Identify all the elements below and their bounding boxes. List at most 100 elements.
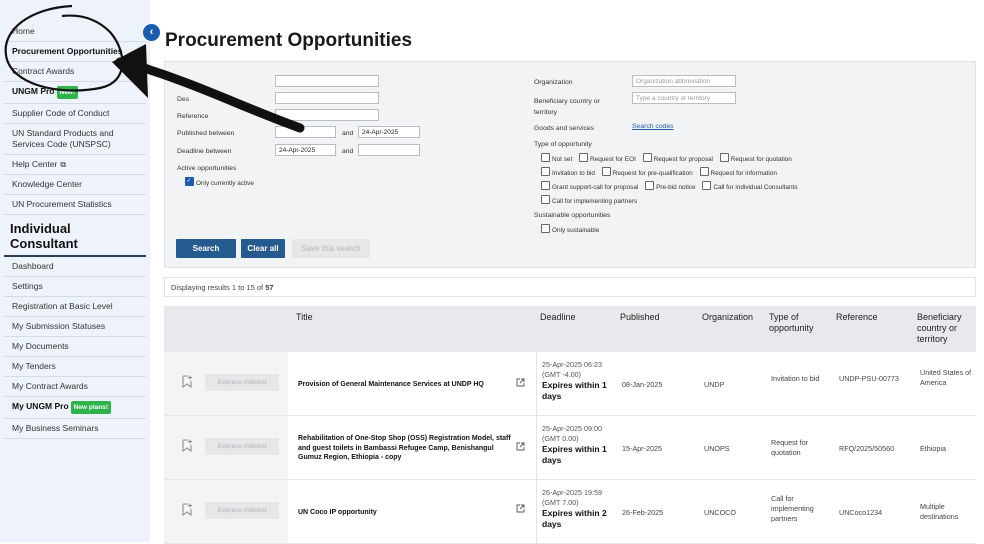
sidebar-item-label: My Contract Awards bbox=[12, 381, 88, 391]
sidebar-item-label: My Submission Statuses bbox=[12, 321, 106, 331]
sidebar-item-label: My Business Seminars bbox=[12, 423, 99, 433]
column-header-reference[interactable]: Reference bbox=[836, 312, 878, 323]
checkbox-icon bbox=[702, 181, 712, 190]
results-prefix: Displaying results 1 to 15 of bbox=[171, 283, 266, 292]
chevron-left-icon[interactable]: ‹ bbox=[143, 24, 160, 41]
organization-field[interactable]: Organization abbreviation bbox=[632, 75, 736, 87]
external-link-icon[interactable] bbox=[516, 378, 525, 387]
type-checkbox[interactable]: Pre-bid notice bbox=[645, 181, 696, 191]
type-checkbox[interactable]: Grant support-call for proposal bbox=[541, 181, 638, 191]
type-checkbox[interactable]: Request for information bbox=[699, 167, 777, 177]
sidebar-item-ungm-pro[interactable]: UNGM Pro New! bbox=[4, 82, 146, 104]
sidebar-item-contract-awards-mine[interactable]: My Contract Awards bbox=[4, 377, 146, 397]
type-checkbox[interactable]: Request for EOI bbox=[579, 153, 636, 163]
reference-cell: UNCoco1234 bbox=[839, 508, 883, 517]
express-interest-button[interactable]: Express Interest bbox=[205, 438, 279, 455]
sidebar-item-business-seminars[interactable]: My Business Seminars bbox=[4, 419, 146, 439]
published-from-field[interactable] bbox=[275, 126, 336, 138]
clear-all-button[interactable]: Clear all bbox=[241, 239, 285, 258]
type-checkbox[interactable]: Request for quotation bbox=[719, 153, 792, 163]
published-between-label: Published between bbox=[177, 130, 235, 137]
deadline-date: 25-Apr-2025 06:23 (GMT -4.00) bbox=[542, 360, 602, 379]
search-button[interactable]: Search bbox=[176, 239, 236, 258]
results-count: Displaying results 1 to 15 of 57 bbox=[164, 277, 976, 297]
type-checkbox[interactable]: Call for implementing partners bbox=[541, 195, 637, 205]
sidebar-item-procurement-statistics[interactable]: UN Procurement Statistics bbox=[4, 195, 146, 215]
row-actions: Express Interest bbox=[164, 480, 288, 543]
bookmark-add-icon[interactable] bbox=[182, 439, 193, 452]
table-row[interactable]: Express Interest Rehabilitation of One-S… bbox=[164, 416, 976, 480]
sidebar-item-procurement-opportunities[interactable]: Procurement Opportunities bbox=[4, 42, 146, 62]
type-cell: Invitation to bid bbox=[771, 374, 820, 383]
express-interest-button[interactable]: Express Interest bbox=[205, 374, 279, 391]
checkbox-label: Call for individual Consultants bbox=[713, 184, 798, 191]
sidebar-item-label: My UNGM Pro bbox=[12, 401, 69, 411]
type-checkbox-row: Invitation to bid Request for pre-qualif… bbox=[541, 167, 782, 177]
column-header-organization[interactable]: Organization bbox=[702, 312, 753, 323]
sidebar-item-settings[interactable]: Settings bbox=[4, 277, 146, 297]
table-row[interactable]: Express Interest UN Coco IP opportunity … bbox=[164, 480, 976, 544]
column-header-beneficiary[interactable]: Beneficiary country or territory bbox=[917, 312, 975, 345]
beneficiary-field[interactable]: Type a country or territory bbox=[632, 92, 736, 104]
type-checkbox-row: Call for implementing partners bbox=[541, 195, 642, 205]
opportunity-title[interactable]: Provision of General Maintenance Service… bbox=[298, 380, 516, 390]
sidebar-item-help-center[interactable]: Help Center ⧉ bbox=[4, 155, 146, 175]
checkbox-icon bbox=[541, 181, 550, 190]
sidebar-item-my-ungm-pro[interactable]: My UNGM Pro New plans! bbox=[4, 397, 146, 419]
type-checkbox[interactable]: Not set bbox=[541, 153, 572, 163]
only-currently-active-checkbox[interactable]: Only currently active bbox=[185, 177, 254, 187]
sidebar-item-contract-awards[interactable]: Contract Awards bbox=[4, 62, 146, 82]
organization-cell: UNCOCO bbox=[704, 508, 736, 517]
deadline-to-field[interactable] bbox=[358, 144, 420, 156]
opportunity-title[interactable]: Rehabilitation of One-Stop Shop (OSS) Re… bbox=[298, 434, 518, 463]
express-interest-button[interactable]: Express Interest bbox=[205, 502, 279, 519]
sidebar-item-supplier-code[interactable]: Supplier Code of Conduct bbox=[4, 104, 146, 124]
type-checkbox[interactable]: Request for proposal bbox=[642, 153, 713, 163]
sidebar-item-documents[interactable]: My Documents bbox=[4, 337, 146, 357]
deadline-date: 26-Apr-2025 19:59 (GMT 7.00) bbox=[542, 488, 602, 507]
description-field[interactable] bbox=[275, 92, 379, 104]
table-row[interactable]: Express Interest Provision of General Ma… bbox=[164, 352, 976, 416]
goods-services-label: Goods and services bbox=[534, 125, 595, 132]
checkbox-label: Request for information bbox=[710, 170, 777, 177]
type-checkbox[interactable]: Call for individual Consultants bbox=[702, 181, 798, 191]
sidebar-item-unspsc[interactable]: UN Standard Products and Services Code (… bbox=[4, 124, 146, 155]
row-actions: Express Interest bbox=[164, 352, 288, 415]
type-cell: Request for quotation bbox=[771, 438, 809, 457]
column-divider bbox=[536, 480, 537, 543]
deadline-from-field[interactable]: 24-Apr-2025 bbox=[275, 144, 336, 156]
sidebar-item-label: UN Standard Products and Services Code (… bbox=[12, 128, 114, 149]
save-search-button[interactable]: Save this search bbox=[292, 239, 370, 258]
sidebar-item-submission-statuses[interactable]: My Submission Statuses bbox=[4, 317, 146, 337]
active-opportunities-label: Active opportunities bbox=[177, 165, 237, 172]
sidebar-item-dashboard[interactable]: Dashboard bbox=[4, 257, 146, 277]
reference-field[interactable] bbox=[275, 109, 379, 121]
column-header-published[interactable]: Published bbox=[620, 312, 660, 323]
bookmark-add-icon[interactable] bbox=[182, 375, 193, 388]
type-checkbox[interactable]: Invitation to bid bbox=[541, 167, 595, 177]
type-checkbox-row: Not set Request for EOI Request for prop… bbox=[541, 153, 797, 163]
only-sustainable-checkbox[interactable]: Only sustainable bbox=[541, 224, 599, 234]
sidebar-item-knowledge-center[interactable]: Knowledge Center bbox=[4, 175, 146, 195]
title-field[interactable] bbox=[275, 75, 379, 87]
column-header-deadline[interactable]: Deadline bbox=[540, 312, 576, 323]
column-header-type[interactable]: Type of opportunity bbox=[769, 312, 829, 334]
external-link-icon[interactable] bbox=[516, 504, 525, 513]
published-to-field[interactable]: 24-Apr-2025 bbox=[358, 126, 420, 138]
checkbox-label: Pre-bid notice bbox=[656, 184, 696, 191]
checkbox-icon bbox=[541, 153, 550, 162]
sidebar-item-label: My Documents bbox=[12, 341, 69, 351]
reference-cell: UNDP-PSU-00773 bbox=[839, 374, 899, 383]
column-header-title[interactable]: Title bbox=[296, 312, 313, 323]
sidebar-item-registration[interactable]: Registration at Basic Level bbox=[4, 297, 146, 317]
sidebar-item-home[interactable]: Home bbox=[4, 22, 146, 42]
sidebar-item-label: Knowledge Center bbox=[12, 179, 82, 189]
search-codes-link[interactable]: Search codes bbox=[632, 123, 674, 130]
external-link-icon[interactable] bbox=[516, 442, 525, 451]
checkbox-icon bbox=[642, 153, 652, 162]
sidebar-item-tenders[interactable]: My Tenders bbox=[4, 357, 146, 377]
opportunity-title[interactable]: UN Coco IP opportunity bbox=[298, 508, 508, 518]
type-checkbox[interactable]: Request for pre-qualification bbox=[601, 167, 693, 177]
new-plans-badge: New plans! bbox=[70, 401, 111, 414]
bookmark-add-icon[interactable] bbox=[182, 503, 193, 516]
